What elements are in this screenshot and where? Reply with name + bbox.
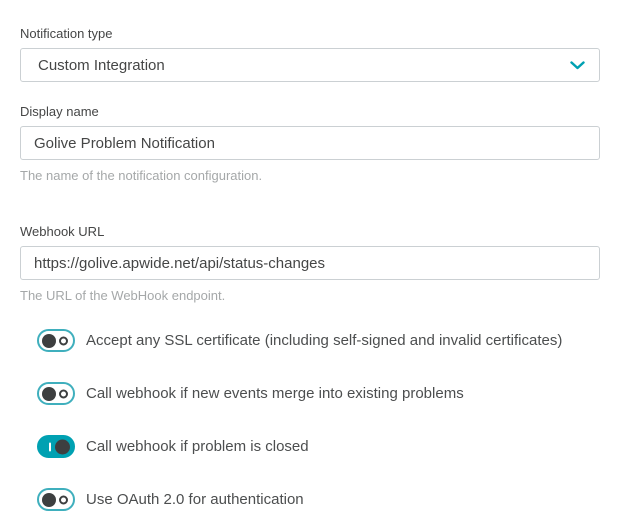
notification-type-field: Notification type Custom Integration — [20, 26, 600, 82]
toggle-row-merge-events: Call webhook if new events merge into ex… — [37, 382, 600, 405]
toggle-row-problem-closed: Call webhook if problem is closed — [37, 435, 600, 458]
webhook-url-helper-text: The URL of the WebHook endpoint. — [20, 288, 600, 304]
notification-type-selected-value: Custom Integration — [38, 57, 165, 74]
notification-settings-form: Notification type Custom Integration Dis… — [0, 0, 625, 511]
notification-type-label: Notification type — [20, 26, 600, 42]
display-name-helper-text: The name of the notification configurati… — [20, 168, 600, 184]
accept-ssl-toggle-label: Accept any SSL certificate (including se… — [86, 331, 562, 350]
problem-closed-toggle-label: Call webhook if problem is closed — [86, 437, 309, 456]
merge-events-toggle-label: Call webhook if new events merge into ex… — [86, 384, 464, 403]
oauth-toggle[interactable] — [37, 488, 75, 511]
display-name-input[interactable] — [20, 126, 600, 160]
webhook-url-field: Webhook URL The URL of the WebHook endpo… — [20, 224, 600, 304]
merge-events-toggle[interactable] — [37, 382, 75, 405]
toggle-row-accept-ssl: Accept any SSL certificate (including se… — [37, 329, 600, 352]
oauth-toggle-label: Use OAuth 2.0 for authentication — [86, 490, 304, 509]
notification-type-select[interactable]: Custom Integration — [20, 48, 600, 82]
chevron-down-icon — [570, 61, 585, 70]
problem-closed-toggle[interactable] — [37, 435, 75, 458]
display-name-label: Display name — [20, 104, 600, 120]
webhook-url-input[interactable] — [20, 246, 600, 280]
display-name-field: Display name The name of the notificatio… — [20, 104, 600, 184]
toggle-row-oauth: Use OAuth 2.0 for authentication — [37, 488, 600, 511]
webhook-url-label: Webhook URL — [20, 224, 600, 240]
accept-ssl-toggle[interactable] — [37, 329, 75, 352]
toggle-options-list: Accept any SSL certificate (including se… — [20, 329, 600, 511]
